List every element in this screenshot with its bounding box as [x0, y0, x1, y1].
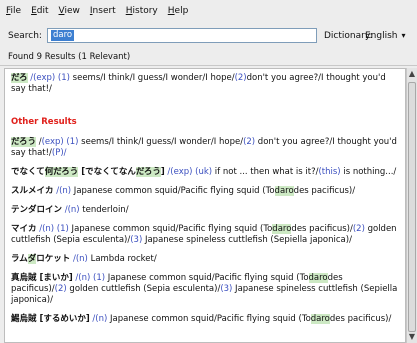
menu-history[interactable]: History	[126, 6, 158, 16]
list-item: スルメイカ /(n) Japanese common squid/Pacific…	[11, 186, 399, 197]
entry-term-highlight: ダ	[27, 254, 37, 264]
entry-tag[interactable]: /(n)	[62, 205, 80, 215]
entry-tag[interactable]: /(exp)	[165, 167, 192, 177]
sense-number[interactable]: (2)	[353, 224, 365, 234]
entry-tag[interactable]: (uk)	[192, 167, 212, 177]
other-results-header: Other Results	[11, 117, 77, 127]
list-item: 真烏賊 [まいか] /(n) (1) Japanese common squid…	[11, 273, 399, 306]
entry-tag[interactable]: /(n)	[37, 224, 54, 234]
entry-tag[interactable]: /(n)	[73, 273, 90, 283]
entry-term: 真烏賊 [まいか]	[11, 273, 73, 283]
entry-term: でなくて	[11, 167, 45, 177]
menu-view[interactable]: View	[59, 6, 80, 16]
match-highlight: daro	[310, 314, 330, 324]
search-input[interactable]: daro	[47, 28, 317, 43]
search-label: Search:	[8, 31, 42, 41]
entry-text: Japanese spineless cuttlefish (Sepiella …	[142, 235, 352, 245]
entry-term: ロケット	[36, 254, 71, 264]
entry-term: ラム	[11, 254, 28, 264]
menu-help[interactable]: Help	[168, 6, 189, 16]
list-item: テンダロイン /(n) tenderloin/	[11, 205, 399, 216]
search-input-value: daro	[51, 30, 75, 41]
match-highlight: daro	[272, 224, 292, 234]
entry-text: seems/I think/I guess/I wonder/I hope/	[72, 73, 235, 83]
list-item: でなくて何だろう [でなくてなんだろう] /(exp) (uk) if not …	[11, 167, 399, 178]
list-item: 鯣烏賊 [するめいか] /(n) Japanese common squid/P…	[11, 314, 399, 325]
entry-tag[interactable]: (exp)	[42, 137, 64, 147]
menu-edit[interactable]: Edit	[31, 6, 48, 16]
sense-number[interactable]: (2)	[55, 284, 67, 294]
results-pane: だろ /(exp) (1) seems/I think/I guess/I wo…	[4, 68, 406, 343]
entry-text: des pacificus)/	[291, 224, 353, 234]
entry-text: Japanese common squid/Pacific flying squ…	[71, 186, 275, 196]
entry-link[interactable]: (this)	[318, 167, 340, 177]
scroll-up-arrow-icon[interactable]: ▲	[407, 68, 417, 80]
entry-text: Lambda rocket/	[87, 254, 157, 264]
sense-number[interactable]: (1)	[90, 273, 105, 283]
entry-tag[interactable]: /(n)	[54, 186, 71, 196]
entry-text: Japanese common squid/Pacific flying squ…	[68, 224, 273, 234]
entry-term-highlight: だろう	[135, 167, 161, 177]
sense-number[interactable]: (2)	[235, 73, 247, 83]
scrollbar-thumb[interactable]	[408, 82, 416, 332]
list-item: だろう /(exp) (1) seems/I think/I guess/I w…	[11, 137, 399, 159]
divider	[0, 65, 417, 66]
scroll-down-arrow-icon[interactable]: ▼	[407, 331, 417, 343]
entry-text: if not ... then what is it?/	[212, 167, 319, 177]
dictionary-selected-value: English	[365, 30, 398, 41]
entry-text: is nothing.../	[340, 167, 397, 177]
chevron-down-icon: ▾	[401, 31, 406, 40]
entry-tag[interactable]: (P)/	[52, 148, 67, 158]
match-highlight: daro	[308, 273, 328, 283]
sense-number[interactable]: (3)	[130, 235, 142, 245]
entry-term-highlight: 何だろう	[44, 167, 79, 177]
entry-text: seems/I think/I guess/I wonder/I hope/	[81, 137, 244, 147]
entry-term: テンダロイン	[11, 205, 63, 215]
relevant-entry: だろ /(exp) (1) seems/I think/I guess/I wo…	[11, 73, 399, 95]
entry-text: Japanese common squid/Pacific flying squ…	[107, 314, 311, 324]
entry-term: マイカ	[11, 224, 37, 234]
entry-term: [でなくてなん	[78, 167, 136, 177]
sense-number[interactable]: (1)	[54, 224, 69, 234]
entry-text: golden cuttlefish (Sepia esculenta)/	[66, 284, 221, 294]
results-scrollbar[interactable]: ▲ ▼	[406, 68, 417, 343]
results-count: Found 9 Results (1 Relevant)	[8, 52, 131, 62]
entry-term: だろ	[11, 73, 28, 83]
sense-number[interactable]: (1)	[64, 137, 81, 147]
match-highlight: daro	[274, 186, 294, 196]
entry-term: スルメイカ	[11, 186, 54, 196]
sense-number[interactable]: (2)	[243, 137, 255, 147]
search-row: Search: daro Dictionary: English ▾	[0, 26, 417, 46]
entry-text: tenderloin/	[79, 205, 129, 215]
dictionary-select[interactable]: English ▾	[365, 28, 417, 43]
entry-text: des pacificus)/	[329, 314, 392, 324]
entry-term: だろう	[11, 137, 36, 147]
sense-number[interactable]: (1)	[58, 73, 70, 83]
entry-tag[interactable]: /(exp)	[30, 73, 55, 83]
list-item: マイカ /(n) (1) Japanese common squid/Pacif…	[11, 224, 399, 246]
entry-tag[interactable]: /(n)	[90, 314, 107, 324]
entry-text: des pacificus)/	[293, 186, 356, 196]
menu-file[interactable]: File	[6, 6, 21, 16]
sense-number[interactable]: (3)	[220, 284, 232, 294]
list-item: ラムダロケット /(n) Lambda rocket/	[11, 254, 399, 265]
menu-bar: File Edit View Insert History Help	[0, 0, 417, 22]
menu-insert[interactable]: Insert	[90, 6, 116, 16]
entry-term: 鯣烏賊 [するめいか]	[11, 314, 90, 324]
entry-tag[interactable]: /(n)	[70, 254, 88, 264]
entry-text: Japanese common squid/Pacific flying squ…	[105, 273, 309, 283]
